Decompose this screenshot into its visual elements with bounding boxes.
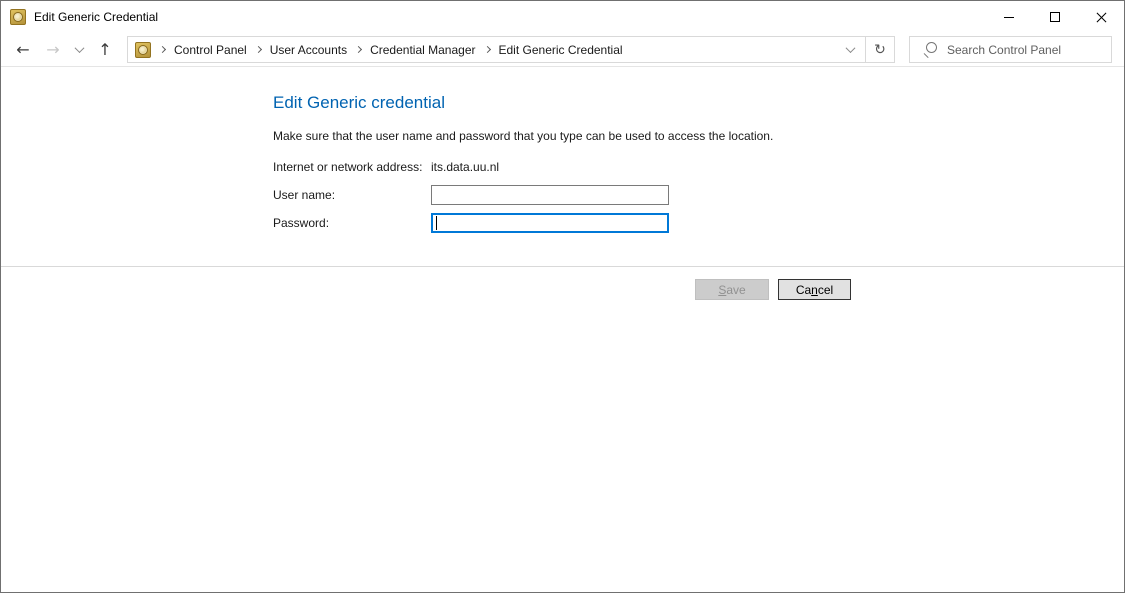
minimize-button[interactable] — [986, 2, 1032, 33]
window-title: Edit Generic Credential — [34, 10, 986, 24]
refresh-icon: ↻ — [874, 42, 886, 58]
refresh-button[interactable]: ↻ — [865, 37, 894, 62]
chevron-down-icon — [74, 43, 84, 53]
search-input[interactable] — [947, 37, 1111, 62]
address-label: Internet or network address: — [273, 160, 431, 174]
up-arrow-icon: ↑ — [98, 42, 111, 58]
minimize-icon — [1004, 17, 1014, 18]
chevron-down-icon — [845, 43, 855, 53]
forward-button[interactable]: → — [41, 37, 65, 63]
breadcrumb-item-user-accounts[interactable]: User Accounts — [270, 43, 347, 57]
breadcrumb-item-edit-generic-credential[interactable]: Edit Generic Credential — [499, 43, 623, 57]
breadcrumb-separator-icon — [355, 46, 362, 53]
cancel-button-label: Cancel — [796, 283, 833, 297]
navigation-bar: ← → ↑ Control Panel User Accounts Creden… — [1, 33, 1124, 67]
credential-manager-icon — [10, 9, 26, 25]
username-field[interactable] — [431, 185, 669, 205]
password-field[interactable] — [431, 213, 669, 233]
back-arrow-icon: ← — [16, 42, 29, 58]
breadcrumb-item-control-panel[interactable]: Control Panel — [174, 43, 247, 57]
recent-locations-button[interactable] — [71, 37, 87, 63]
forward-arrow-icon: → — [46, 42, 59, 58]
breadcrumb-item-credential-manager[interactable]: Credential Manager — [370, 43, 475, 57]
credential-manager-icon — [135, 42, 151, 58]
username-label: User name: — [273, 188, 431, 202]
back-button[interactable]: ← — [11, 37, 35, 63]
button-row: Save Cancel — [1, 279, 1124, 300]
close-button[interactable] — [1078, 2, 1124, 33]
credential-form: Internet or network address: its.data.uu… — [273, 157, 1124, 233]
save-button-label: Save — [718, 283, 745, 297]
breadcrumb[interactable]: Control Panel User Accounts Credential M… — [127, 36, 895, 63]
save-button[interactable]: Save — [695, 279, 769, 300]
page-description: Make sure that the user name and passwor… — [273, 129, 1124, 143]
main-content: Edit Generic credential Make sure that t… — [1, 67, 1124, 267]
password-label: Password: — [273, 216, 431, 230]
breadcrumb-separator-icon — [159, 46, 166, 53]
maximize-icon — [1050, 12, 1060, 22]
address-dropdown-button[interactable] — [835, 37, 865, 62]
search-icon — [922, 42, 937, 57]
search-box — [909, 36, 1112, 63]
titlebar: Edit Generic Credential — [1, 1, 1124, 33]
address-value: its.data.uu.nl — [431, 160, 669, 174]
edit-generic-credential-window: Edit Generic Credential ← → ↑ Control Pa… — [0, 0, 1125, 593]
up-button[interactable]: ↑ — [93, 37, 117, 63]
footer: Save Cancel — [1, 267, 1124, 300]
maximize-button[interactable] — [1032, 2, 1078, 33]
breadcrumb-separator-icon — [255, 46, 262, 53]
close-icon — [1095, 11, 1108, 24]
breadcrumb-separator-icon — [483, 46, 490, 53]
password-field-wrapper — [431, 213, 669, 233]
text-caret — [436, 216, 437, 230]
cancel-button[interactable]: Cancel — [778, 279, 851, 300]
page-title: Edit Generic credential — [273, 93, 1124, 113]
